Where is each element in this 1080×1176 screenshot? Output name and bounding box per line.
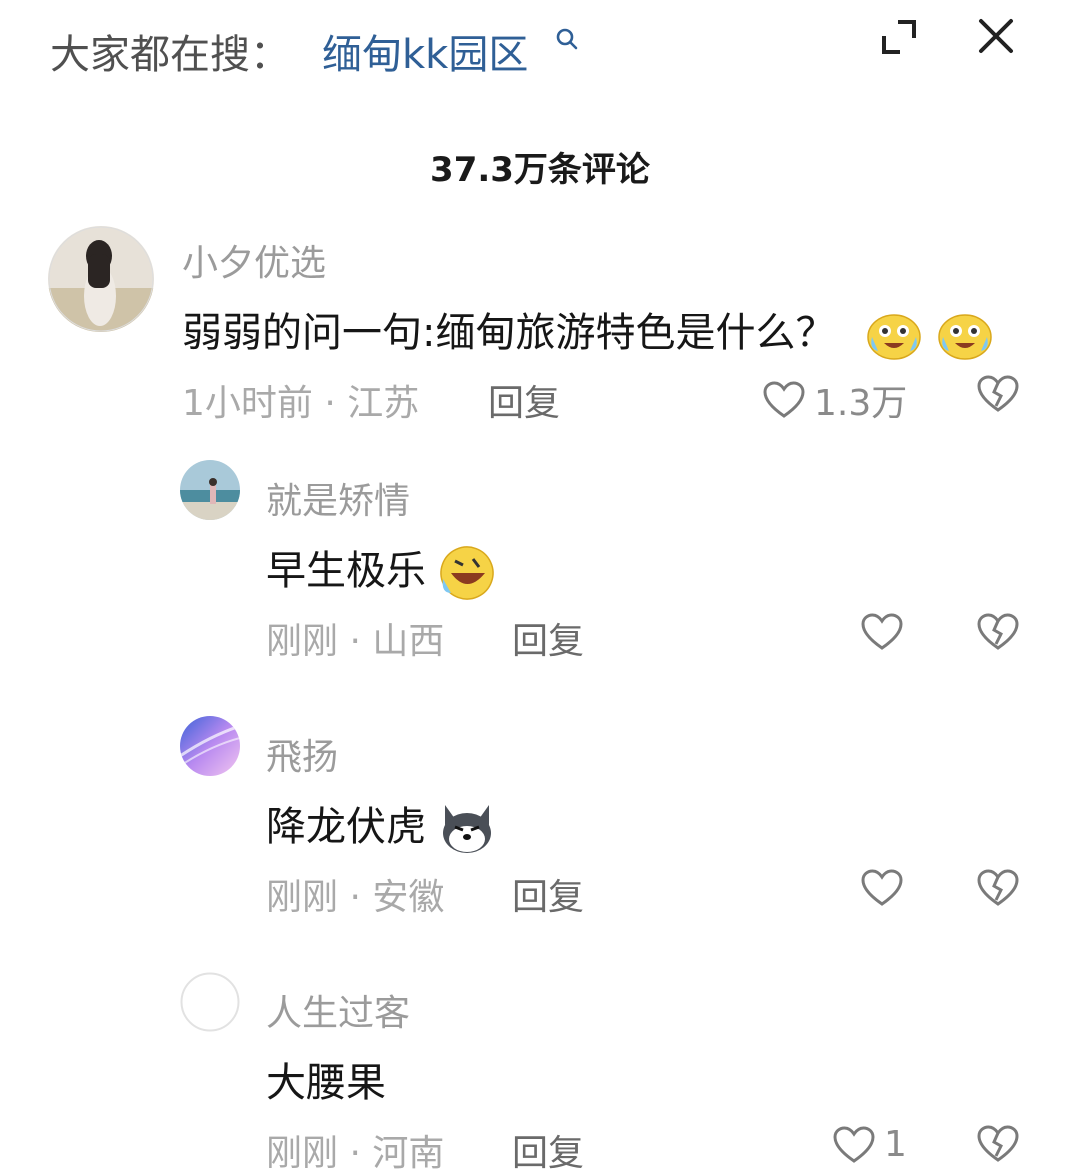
comment-text-row: 弱弱的问一句:缅甸旅游特色是什么？ (182, 300, 993, 363)
reply-button[interactable]: 回复 (512, 1124, 584, 1176)
reply-button[interactable]: 回复 (512, 868, 584, 920)
avatar[interactable] (180, 716, 240, 776)
avatar[interactable] (180, 460, 240, 520)
avatar[interactable] (180, 972, 240, 1032)
comment-text-row: 降龙伏虎 (266, 794, 497, 859)
like-count: 1.3万 (814, 383, 908, 424)
comment-text-row: 大腰果 (266, 1050, 386, 1108)
expand-icon[interactable] (878, 16, 920, 58)
heart-icon (861, 869, 903, 906)
broken-heart-icon[interactable] (976, 868, 1020, 908)
comment-text: 弱弱的问一句:缅甸旅游特色是什么？ (182, 310, 836, 356)
search-icon[interactable] (554, 26, 580, 52)
comment-username[interactable]: 人生过客 (266, 984, 410, 1036)
comment-count-title: 37.3万条评论 (430, 150, 650, 190)
comment-text: 早生极乐 (266, 548, 426, 594)
heart-icon (763, 381, 805, 418)
broken-heart-icon[interactable] (976, 1124, 1020, 1164)
broken-heart-icon[interactable] (976, 612, 1020, 652)
crying-laughing-emoji (867, 314, 921, 360)
like-button[interactable]: 1.3万 (762, 374, 907, 426)
comment-meta: 刚刚 · 安徽 (266, 877, 445, 918)
avatar[interactable] (48, 226, 154, 332)
comment-meta: 刚刚 · 山西 (266, 621, 445, 662)
trending-search-link[interactable]: 缅甸kk园区 (322, 22, 528, 80)
crying-laughing-emoji (938, 314, 992, 360)
comment-username[interactable]: 就是矫情 (266, 472, 410, 524)
trending-search-label: 大家都在搜： (50, 32, 290, 78)
rofl-emoji (439, 546, 494, 600)
comment-text: 大腰果 (266, 1060, 386, 1106)
like-button[interactable] (860, 868, 912, 908)
broken-heart-icon[interactable] (976, 374, 1020, 414)
close-icon[interactable] (976, 16, 1016, 56)
comment-meta: 刚刚 · 河南 (266, 1133, 445, 1174)
heart-icon (833, 1125, 875, 1163)
reply-button[interactable]: 回复 (512, 612, 584, 664)
heart-icon (861, 613, 903, 650)
husky-dog-emoji (442, 805, 491, 853)
comment-text-row: 早生极乐 (266, 538, 497, 603)
comment-meta: 1小时前 · 江苏 (182, 383, 420, 424)
top-bar: 大家都在搜： 缅甸kk园区 (0, 0, 1080, 100)
like-button[interactable]: 1 (832, 1124, 907, 1165)
comment-username[interactable]: 小夕优选 (182, 234, 326, 286)
like-button[interactable] (860, 612, 912, 652)
comment-username[interactable]: 飛扬 (266, 728, 338, 780)
reply-button[interactable]: 回复 (488, 374, 560, 426)
like-count: 1 (884, 1124, 907, 1165)
comment-text: 降龙伏虎 (266, 804, 426, 850)
